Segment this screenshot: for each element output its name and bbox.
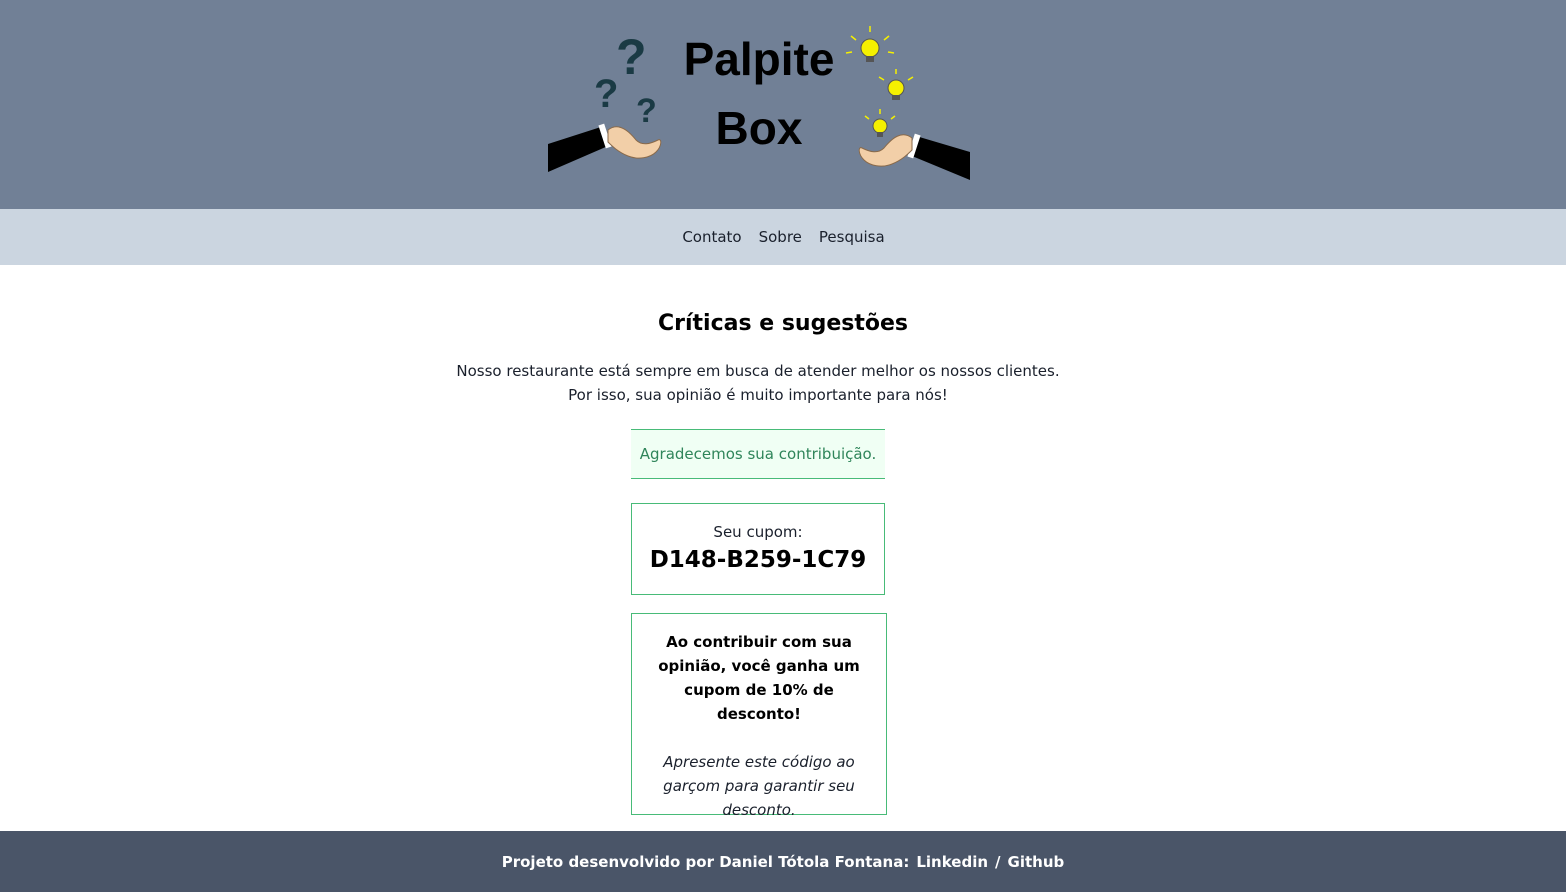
nav-bar: Contato Sobre Pesquisa (0, 209, 1566, 265)
present-code-text: Apresente este código ao garçom para gar… (663, 753, 855, 819)
header: ? ? ? Palpite Box (0, 0, 1566, 209)
intro-line-1: Nosso restaurante está sempre em busca d… (456, 362, 1060, 380)
linkedin-link[interactable]: Linkedin (916, 853, 988, 871)
github-link[interactable]: Github (1008, 853, 1065, 871)
coupon-label: Seu cupom: (713, 523, 803, 541)
discount-info-text: Ao contribuir com sua opinião, você ganh… (658, 633, 860, 723)
coupon-code[interactable]: D148-B259-1C79 (632, 547, 884, 573)
palpite-box-logo[interactable]: ? ? ? Palpite Box (546, 18, 972, 184)
logo-title-line2: Box (715, 102, 803, 154)
logo-title-line1: Palpite (683, 33, 835, 85)
footer-credit: Projeto desenvolvido por Daniel Tótola F… (501, 852, 910, 871)
footer: Projeto desenvolvido por Daniel Tótola F… (0, 831, 1566, 892)
success-alert: Agradecemos sua contribuição. (631, 429, 885, 479)
page-title: Críticas e sugestões (658, 311, 908, 336)
main-content: Críticas e sugestões Nosso restaurante e… (0, 265, 1566, 831)
coupon-box: Seu cupom: D148-B259-1C79 (631, 503, 885, 595)
discount-info-box: Ao contribuir com sua opinião, você ganh… (631, 613, 887, 819)
intro-text: Nosso restaurante está sempre em busca d… (0, 359, 1516, 407)
intro-line-2: Por isso, sua opinião é muito importante… (568, 386, 948, 404)
nav-item-sobre[interactable]: Sobre (758, 228, 802, 246)
nav-item-contato[interactable]: Contato (681, 228, 741, 246)
footer-separator: / (995, 852, 1001, 871)
nav-item-pesquisa[interactable]: Pesquisa (818, 228, 885, 246)
